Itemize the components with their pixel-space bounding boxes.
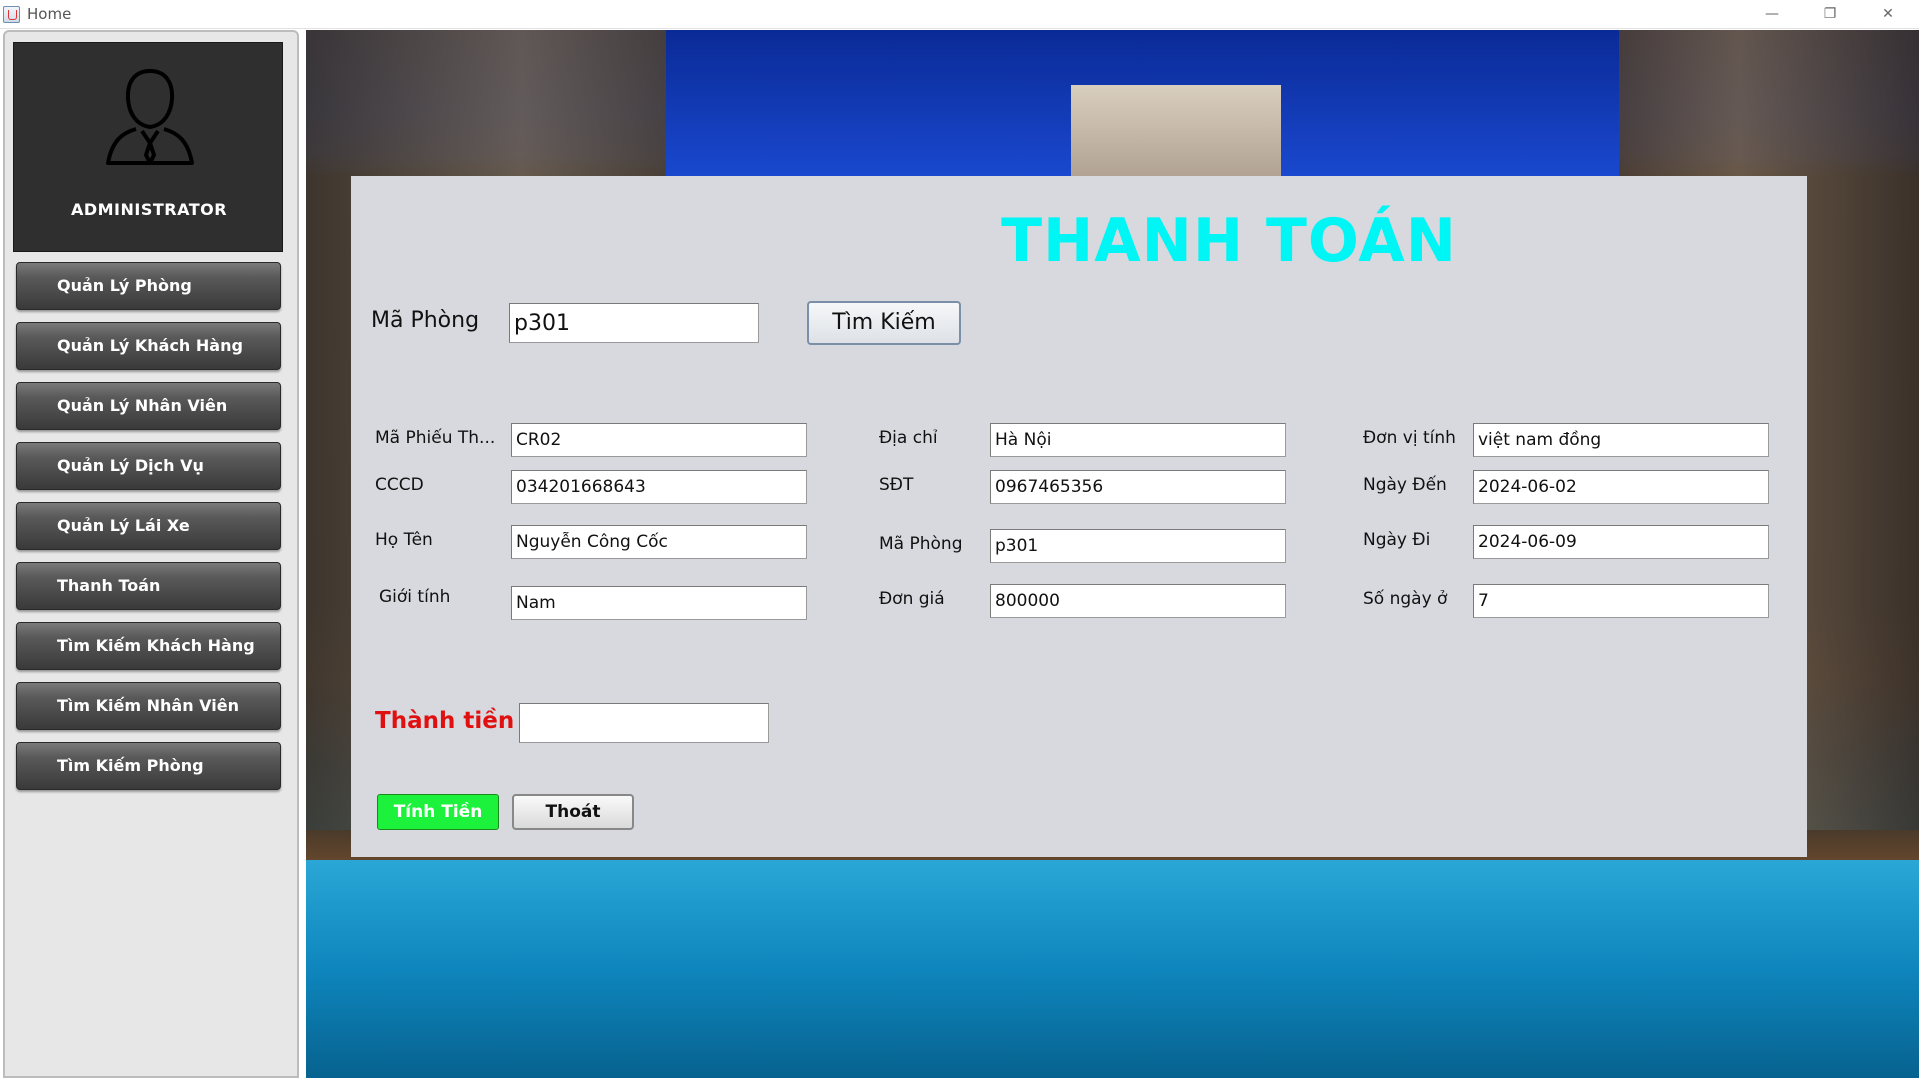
calculate-button[interactable]: Tính Tiền xyxy=(377,794,499,830)
phone-label: SĐT xyxy=(879,475,914,495)
gender-field[interactable]: Nam xyxy=(511,586,807,620)
total-field[interactable] xyxy=(519,703,769,743)
currency-field[interactable]: việt nam đồng xyxy=(1473,423,1769,457)
nights-label: Số ngày ở xyxy=(1363,589,1448,609)
nav-quan-ly-lai-xe[interactable]: Quản Lý Lái Xe xyxy=(16,502,281,550)
nav-quan-ly-phong[interactable]: Quản Lý Phòng xyxy=(16,262,281,310)
nights-field[interactable]: 7 xyxy=(1473,584,1769,618)
phone-field[interactable]: 0967465356 xyxy=(990,470,1286,504)
arrival-date-field[interactable]: 2024-06-02 xyxy=(1473,470,1769,504)
restore-button[interactable]: ❐ xyxy=(1801,0,1859,29)
arrival-date-label: Ngày Đến xyxy=(1363,475,1447,495)
sidebar: ADMINISTRATOR Quản Lý Phòng Quản Lý Khác… xyxy=(3,30,299,1078)
room-id-field[interactable]: p301 xyxy=(990,529,1286,563)
full-name-field[interactable]: Nguyễn Công Cốc xyxy=(511,525,807,559)
receipt-id-label: Mã Phiếu Th... xyxy=(375,428,496,448)
address-field[interactable]: Hà Nội xyxy=(990,423,1286,457)
unit-price-field[interactable]: 800000 xyxy=(990,584,1286,618)
minimize-button[interactable]: — xyxy=(1743,0,1801,29)
nav-quan-ly-nhan-vien[interactable]: Quản Lý Nhân Viên xyxy=(16,382,281,430)
profile-role-label: ADMINISTRATOR xyxy=(70,200,228,219)
payment-panel: THANH TOÁN Mã Phòng p301 Tìm Kiếm Mã Phi… xyxy=(351,176,1807,857)
address-label: Địa chỉ xyxy=(879,428,938,448)
close-button[interactable]: ✕ xyxy=(1859,0,1917,29)
room-id-label: Mã Phòng xyxy=(879,534,963,554)
total-label: Thành tiền xyxy=(375,708,515,734)
receipt-id-field[interactable]: CR02 xyxy=(511,423,807,457)
nav-tim-kiem-khach-hang[interactable]: Tìm Kiếm Khách Hàng xyxy=(16,622,281,670)
java-app-icon xyxy=(3,6,20,23)
nav-quan-ly-dich-vu[interactable]: Quản Lý Dịch Vụ xyxy=(16,442,281,490)
search-button[interactable]: Tìm Kiếm xyxy=(807,301,961,345)
full-name-label: Họ Tên xyxy=(375,530,433,550)
nav-thanh-toan[interactable]: Thanh Toán xyxy=(16,562,281,610)
page-title: THANH TOÁN xyxy=(1001,206,1457,276)
user-silhouette-icon xyxy=(106,69,194,165)
background-pool xyxy=(306,860,1919,1078)
gender-label: Giới tính xyxy=(379,587,451,607)
cccd-field[interactable]: 034201668643 xyxy=(511,470,807,504)
currency-label: Đơn vị tính xyxy=(1363,428,1456,448)
window-titlebar: Home — ❐ ✕ xyxy=(0,0,1919,29)
departure-date-label: Ngày Đi xyxy=(1363,530,1431,550)
room-search-input[interactable]: p301 xyxy=(509,303,759,343)
departure-date-field[interactable]: 2024-06-09 xyxy=(1473,525,1769,559)
nav-quan-ly-khach-hang[interactable]: Quản Lý Khách Hàng xyxy=(16,322,281,370)
exit-button[interactable]: Thoát xyxy=(512,794,634,830)
room-search-label: Mã Phòng xyxy=(371,308,480,333)
unit-price-label: Đơn giá xyxy=(879,589,945,609)
cccd-label: CCCD xyxy=(375,475,424,495)
profile-card: ADMINISTRATOR xyxy=(13,42,283,252)
nav-tim-kiem-nhan-vien[interactable]: Tìm Kiếm Nhân Viên xyxy=(16,682,281,730)
nav-tim-kiem-phong[interactable]: Tìm Kiếm Phòng xyxy=(16,742,281,790)
window-title: Home xyxy=(27,5,72,23)
